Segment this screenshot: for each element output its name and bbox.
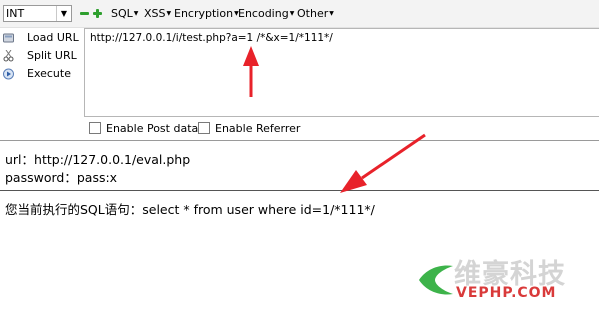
caret-down-icon: ▼ <box>133 10 139 17</box>
divider <box>0 190 599 191</box>
menu-xss[interactable]: XSS▼ <box>144 7 171 21</box>
load-url-icon <box>3 33 14 43</box>
injection-type-value: INT <box>6 7 25 20</box>
enable-referrer-checkbox[interactable]: Enable Referrer <box>198 122 300 135</box>
url-input-value: http://127.0.0.1/i/test.php?a=1 /*&x=1/*… <box>90 32 333 44</box>
play-icon <box>3 68 14 80</box>
injection-type-select[interactable]: INT ▼ <box>3 5 72 22</box>
output-password-line: password：pass:x <box>5 170 118 185</box>
enable-post-data-checkbox[interactable]: Enable Post data <box>89 122 198 135</box>
enable-post-data-label: Enable Post data <box>106 122 199 135</box>
caret-down-icon: ▼ <box>166 10 172 17</box>
split-url-label: Split URL <box>27 49 77 62</box>
menu-encoding-label: Encoding <box>238 7 289 20</box>
menu-encryption[interactable]: Encryption▼ <box>174 7 239 21</box>
load-url-label: Load URL <box>27 31 79 44</box>
menu-encoding[interactable]: Encoding▼ <box>238 7 294 21</box>
checkbox-box[interactable] <box>198 122 210 134</box>
toolbar: INT ▼ SQL▼ XSS▼ Encryption▼ Encoding▼ Ot… <box>0 0 599 28</box>
output-url-line: url：http://127.0.0.1/eval.php <box>5 152 191 167</box>
output-sql-line: 您当前执行的SQL语句：select * from user where id=… <box>5 202 375 217</box>
diagonal-arrow-icon <box>340 133 426 193</box>
menu-xss-label: XSS <box>144 7 166 20</box>
menu-sql[interactable]: SQL▼ <box>111 7 138 21</box>
url-input[interactable]: http://127.0.0.1/i/test.php?a=1 /*&x=1/*… <box>84 28 599 117</box>
minus-icon[interactable] <box>80 9 89 18</box>
checkbox-box[interactable] <box>89 122 101 134</box>
plus-icon[interactable] <box>93 9 102 18</box>
divider <box>0 140 599 141</box>
enable-referrer-label: Enable Referrer <box>215 122 301 135</box>
caret-down-icon: ▼ <box>329 10 334 17</box>
execute-label: Execute <box>27 67 71 80</box>
menu-other[interactable]: Other▼ <box>297 7 334 21</box>
caret-down-icon: ▼ <box>289 10 295 17</box>
scissors-icon <box>3 50 14 62</box>
menu-encryption-label: Encryption <box>174 7 234 20</box>
chevron-down-icon[interactable]: ▼ <box>56 6 71 21</box>
menu-other-label: Other <box>297 7 329 20</box>
watermark-sub-text: VEPHP.COM <box>456 285 557 301</box>
menu-sql-label: SQL <box>111 7 133 20</box>
